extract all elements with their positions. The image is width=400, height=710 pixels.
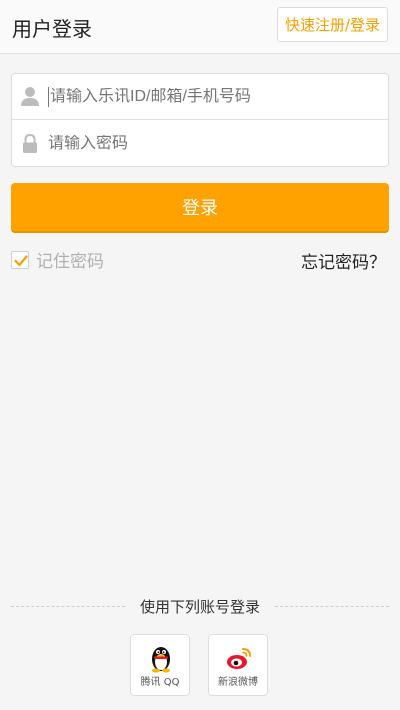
third-party-divider: 使用下列账号登录 (11, 595, 390, 617)
password-input[interactable] (48, 135, 378, 153)
checkmark-icon (14, 254, 28, 266)
weibo-login-label: 新浪微博 (218, 677, 258, 688)
qq-login-button[interactable]: 腾讯 QQ (130, 634, 190, 696)
remember-password-toggle[interactable]: 记住密码 (11, 247, 104, 272)
weibo-login-button[interactable]: 新浪微博 (208, 634, 268, 696)
header-bar: 用户登录 快速注册/登录 (0, 0, 400, 54)
remember-label: 记住密码 (36, 252, 104, 272)
lock-icon (12, 121, 48, 167)
text-caret (48, 86, 49, 107)
forgot-password-link[interactable]: 忘记密码？ (301, 248, 386, 273)
account-row[interactable] (12, 74, 388, 120)
divider-line-right (275, 605, 390, 607)
page-title: 用户登录 (12, 17, 92, 41)
quick-register-button[interactable]: 快速注册/登录 (276, 7, 388, 42)
third-party-title: 使用下列账号登录 (140, 597, 261, 616)
login-button[interactable]: 登录 (11, 183, 389, 233)
remember-checkbox[interactable] (11, 250, 29, 269)
password-row[interactable] (12, 121, 388, 167)
qq-penguin-icon (148, 643, 174, 673)
divider-line-left (11, 605, 125, 607)
user-icon (12, 74, 48, 120)
qq-login-label: 腾讯 QQ (140, 677, 180, 688)
weibo-icon (226, 643, 252, 673)
login-form (11, 73, 389, 167)
account-input[interactable] (50, 87, 380, 106)
